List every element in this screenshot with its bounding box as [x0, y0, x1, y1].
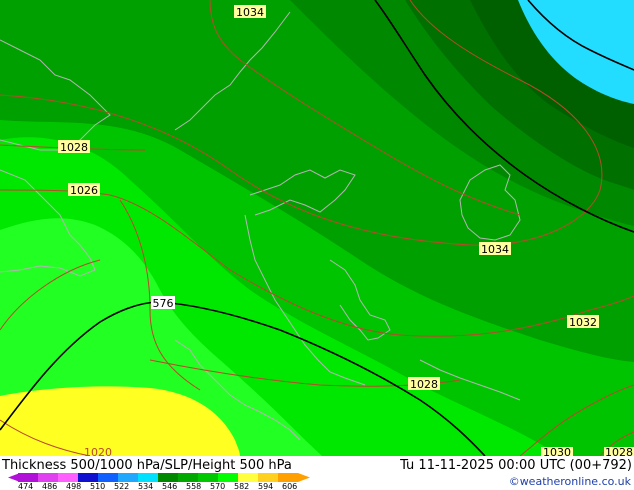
legend-arrow-icon [298, 473, 310, 482]
legend-swatch [38, 473, 58, 482]
legend-label: 522 [114, 482, 130, 490]
height-label: 576 [153, 297, 174, 310]
legend-label: 534 [138, 482, 154, 490]
isobar-label: 1026 [70, 184, 98, 197]
legend-swatch [58, 473, 78, 482]
legend-swatch [178, 473, 198, 482]
legend-swatch [238, 473, 258, 482]
legend-label: 510 [90, 482, 106, 490]
isobar-label: 1028 [410, 378, 438, 391]
isobar-label: 1032 [569, 316, 597, 329]
legend-swatch [198, 473, 218, 482]
map-canvas: 1034 1028 1026 1034 1032 1028 1030 1028 … [0, 0, 634, 456]
legend-label: 594 [258, 482, 274, 490]
isobar-label: 1030 [543, 446, 571, 456]
legend-label: 570 [210, 482, 226, 490]
legend-label: 606 [282, 482, 298, 490]
map-title: Thickness 500/1000 hPa/SLP/Height 500 hP… [2, 458, 292, 473]
isobar-label: 1034 [481, 243, 509, 256]
valid-time: Tu 11-11-2025 00:00 UTC (00+792) [400, 458, 632, 473]
legend-label: 558 [186, 482, 202, 490]
legend-label: 498 [66, 482, 82, 490]
legend-swatch [258, 473, 278, 482]
legend-label: 474 [18, 482, 34, 490]
legend-label: 546 [162, 482, 178, 490]
legend-label: 582 [234, 482, 250, 490]
legend-swatch [138, 473, 158, 482]
legend-swatch [118, 473, 138, 482]
legend-swatch [218, 473, 238, 482]
legend-swatch [78, 473, 98, 482]
legend-labels: 474 486 498 510 522 534 546 558 570 582 594 606 [18, 482, 318, 490]
isobar-label: 1020 [84, 446, 112, 456]
isobar-label: 1028 [605, 446, 633, 456]
legend-swatch [158, 473, 178, 482]
legend-label: 486 [42, 482, 58, 490]
legend-swatch [278, 473, 298, 482]
legend-swatch [98, 473, 118, 482]
legend-swatch [18, 473, 38, 482]
credit-link[interactable]: ©weatheronline.co.uk [509, 475, 631, 488]
legend-color-bar [18, 473, 298, 482]
isobar-label: 1028 [60, 141, 88, 154]
isobar-label: 1034 [236, 6, 264, 19]
weather-map: 1034 1028 1026 1034 1032 1028 1030 1028 … [0, 0, 634, 490]
